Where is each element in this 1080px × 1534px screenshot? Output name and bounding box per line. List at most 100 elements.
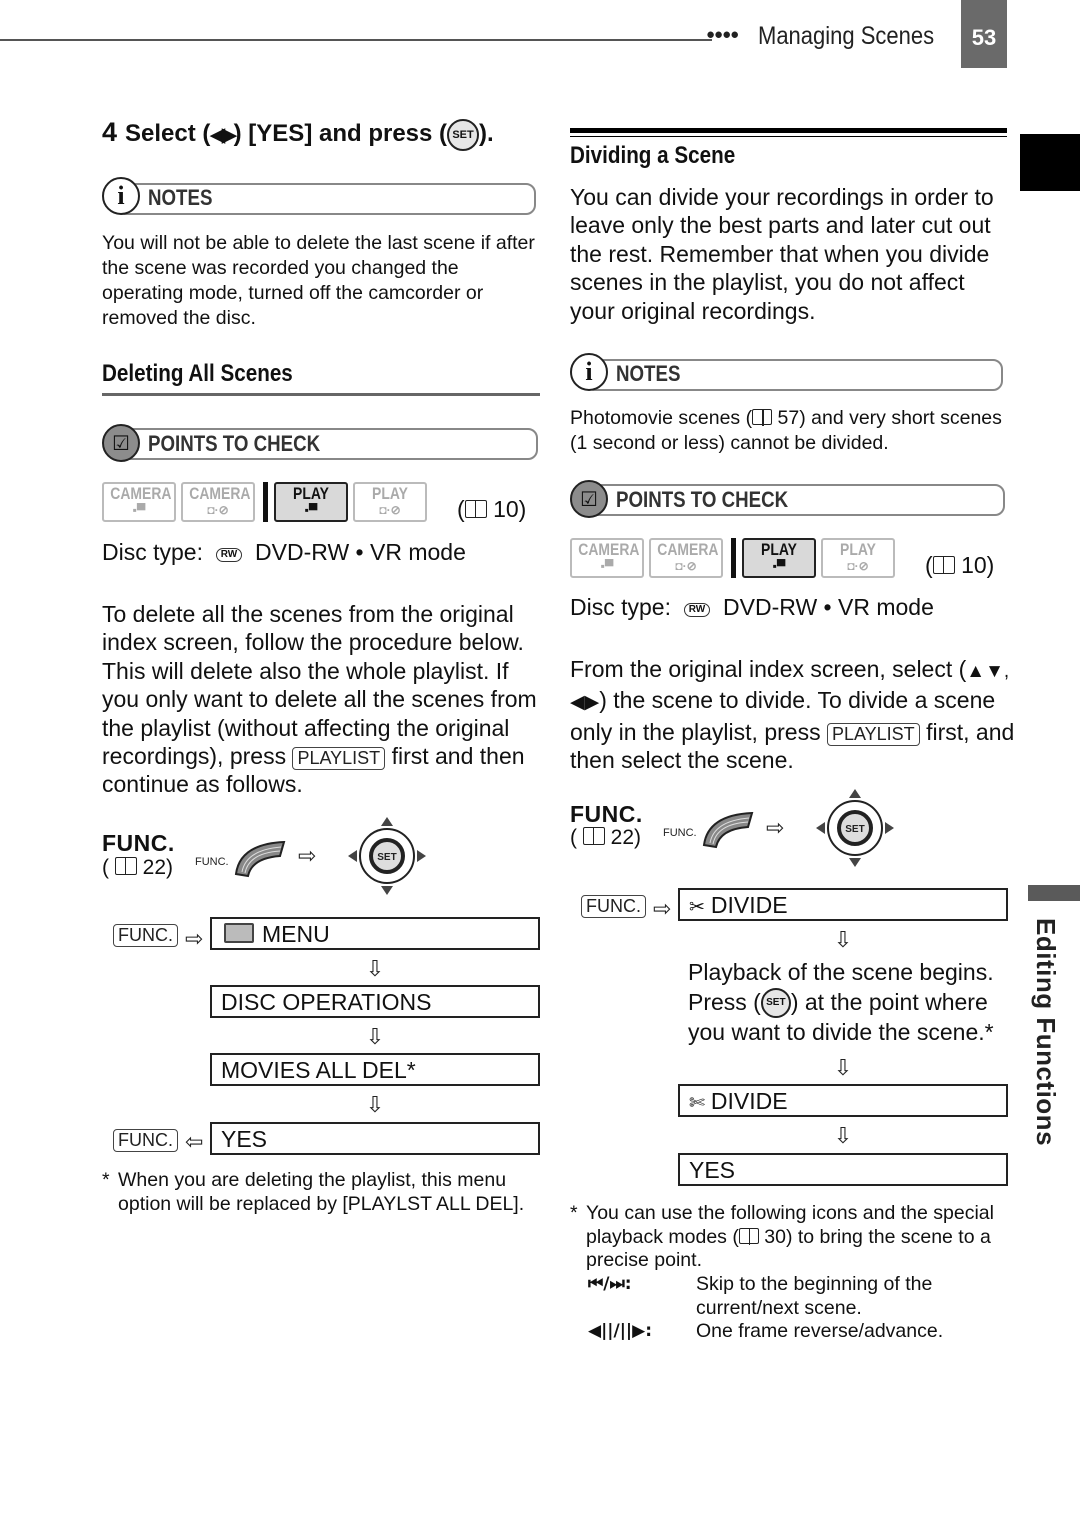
checkbox-icon: ☑ (102, 424, 140, 462)
arrow-right-icon: ⇨ (185, 926, 204, 951)
step-number: 4 (102, 117, 118, 147)
mode-play-photo: PLAY ◘·⊘ (353, 482, 427, 522)
section-title-deleting-all-scenes: Deleting All Scenes (102, 360, 293, 387)
svg-text:SET: SET (845, 824, 864, 835)
mode-divider (263, 482, 268, 522)
mode-camera-movie: CAMERA ▪▀ (102, 482, 176, 522)
book-icon (932, 556, 955, 574)
func-key-icon: FUNC. (581, 895, 646, 918)
func-key-icon: FUNC. (113, 1129, 178, 1152)
func-page-reference: ( 22) (102, 856, 174, 879)
mode-play-movie: PLAY ▪▀ (742, 538, 816, 578)
joystick-set-icon: SET (348, 817, 426, 895)
chapter-tab-bar (1028, 885, 1080, 901)
arrow-right-icon: ⇨ (653, 896, 672, 921)
footnote-text: You can use the following icons and the … (586, 1202, 994, 1271)
step-4-heading: 4 Select (◀▶) [YES] and press (SET). (102, 117, 494, 151)
info-icon: i (570, 353, 608, 391)
info-icon: i (102, 177, 140, 215)
header-rule (0, 39, 712, 41)
arrow-down-icon: ⇩ (365, 1092, 385, 1117)
book-icon (738, 1227, 759, 1245)
menu-step-movies-all-del: MOVIES ALL DEL* (210, 1053, 540, 1086)
arrow-right-icon: ⇨ (298, 843, 317, 868)
book-icon (114, 857, 137, 875)
func-page-reference: ( 22) (570, 826, 642, 849)
set-button-icon: SET (447, 118, 480, 151)
chapter-tab-marker (1020, 134, 1080, 191)
header-dots: ●●●● (706, 26, 739, 43)
arrow-down-icon: ⇩ (365, 1024, 385, 1049)
section-title-dividing-a-scene: Dividing a Scene (570, 142, 736, 169)
skip-icons: ⏮/⏭: (588, 1274, 632, 1294)
movie-camera-icon: ▪▀ (304, 503, 318, 517)
menu-step-menu: MENU (210, 917, 540, 950)
mode-camera-movie: CAMERA ▪▀ (570, 538, 644, 578)
mode-indicators: CAMERA ▪▀ CAMERA ◘·⊘ PLAY ▪▀ PLAY ◘·⊘ (102, 482, 432, 522)
set-button-icon: SET (760, 988, 791, 1019)
playlist-key-icon: PLAYLIST (826, 722, 920, 746)
joystick-set-icon: SET (816, 789, 894, 867)
footnote-text: When you are deleting the playlist, this… (118, 1169, 525, 1215)
chapter-label: Editing Functions (1031, 918, 1061, 1147)
arrow-down-icon: ⇩ (365, 956, 385, 981)
photo-disc-icon: ◘·⊘ (675, 559, 697, 573)
menu-step-yes: YES (678, 1153, 1008, 1186)
photo-disc-icon: ◘·⊘ (847, 559, 869, 573)
footnote-mark: * (570, 1202, 578, 1224)
menu-step-yes: YES (210, 1122, 540, 1155)
func-label: FUNC. (570, 801, 643, 827)
arrow-right-icon: ⇨ (766, 815, 785, 840)
arrow-down-icon: ⇩ (833, 927, 853, 952)
dividing-intro: You can divide your recordings in order … (570, 184, 994, 324)
scissors-icon: ✂ (689, 897, 705, 918)
mode-divider (731, 538, 736, 578)
menu-step-disc-operations: DISC OPERATIONS (210, 985, 540, 1018)
mode-indicators: CAMERA ▪▀ CAMERA ◘·⊘ PLAY ▪▀ PLAY ◘·⊘ (570, 538, 900, 578)
section-rule-thin (570, 136, 1007, 137)
arrow-left-icon: ⇦ (185, 1129, 204, 1154)
notes-title: NOTES (148, 185, 213, 210)
scissors-icon: ✄ (689, 1093, 705, 1114)
footnote-mark: * (102, 1169, 110, 1191)
func-button-icon (702, 811, 754, 849)
mode-camera-photo: CAMERA ◘·⊘ (181, 482, 255, 522)
points-to-check-title: POINTS TO CHECK (148, 431, 321, 456)
dvd-rw-icon: RW (683, 603, 711, 617)
photo-disc-icon: ◘·⊘ (207, 503, 229, 517)
func-button-icon (234, 840, 286, 878)
svg-text:SET: SET (377, 852, 396, 863)
menu-icon (224, 923, 254, 943)
menu-step-divide: ✂ DIVIDE (678, 888, 1008, 921)
movie-camera-icon: ▪▀ (600, 559, 614, 573)
movie-camera-icon: ▪▀ (132, 503, 146, 517)
func-button-caption: FUNC. (195, 856, 229, 868)
photo-disc-icon: ◘·⊘ (379, 503, 401, 517)
page-number: 53 (961, 0, 1007, 68)
disc-type: Disc type: RW DVD-RW • VR mode (570, 594, 934, 620)
notes-body: You will not be able to delete the last … (102, 232, 535, 329)
disc-type: Disc type: RW DVD-RW • VR mode (102, 539, 466, 565)
movie-camera-icon: ▪▀ (772, 559, 786, 573)
left-right-arrows-icon: ◀▶ (210, 125, 236, 146)
frame-step-icons: ◀||/||▶: (588, 1321, 652, 1341)
mode-play-movie: PLAY ▪▀ (274, 482, 348, 522)
notes-body: Photomovie scenes ( 57) and very short s… (570, 407, 1002, 454)
menu-step-divide-confirm: ✄ DIVIDE (678, 1084, 1008, 1117)
mode-camera-photo: CAMERA ◘·⊘ (649, 538, 723, 578)
mode-play-photo: PLAY ◘·⊘ (821, 538, 895, 578)
dvd-rw-icon: RW (215, 548, 243, 562)
book-icon (752, 409, 773, 426)
section-rule (102, 393, 540, 396)
arrow-down-icon: ⇩ (833, 1123, 853, 1148)
arrow-down-icon: ⇩ (833, 1055, 853, 1080)
header-section-title: Managing Scenes (758, 22, 935, 50)
func-key-icon: FUNC. (113, 924, 178, 947)
book-icon (464, 500, 487, 518)
section-rule-thick (570, 128, 1007, 133)
deleting-intro: To delete all the scenes from the origin… (102, 601, 537, 798)
page-reference: ( 10) (457, 496, 527, 522)
playlist-key-icon: PLAYLIST (292, 747, 386, 771)
notes-title: NOTES (616, 361, 681, 386)
func-button-caption: FUNC. (663, 827, 697, 839)
